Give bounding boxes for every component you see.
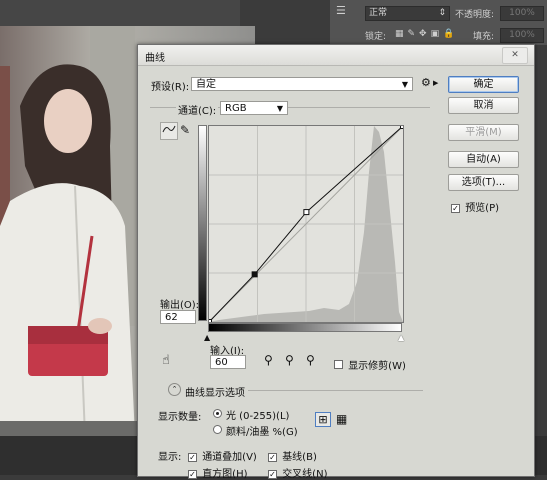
- curve-point: [251, 271, 258, 278]
- pencil-tool-icon[interactable]: ✎: [180, 123, 190, 137]
- chevron-down-icon: ▼: [401, 80, 408, 89]
- dialog-title: 曲线: [145, 53, 165, 64]
- curve-point: [206, 319, 212, 325]
- detailed-grid-icon[interactable]: ▦: [336, 412, 347, 426]
- preview-checkbox[interactable]: ✓ 预览(P): [451, 199, 499, 214]
- radio-pigment[interactable]: [213, 425, 222, 434]
- preset-options-arrow-icon[interactable]: ▶: [433, 79, 438, 87]
- curve-point: [400, 123, 406, 129]
- histogram-checkbox[interactable]: ✓ 直方图(H): [188, 465, 248, 480]
- channel-select[interactable]: RGB ▼: [220, 101, 288, 115]
- preview-label: 预览(P): [465, 203, 500, 214]
- lock-icons[interactable]: ▦✎✥▣🔒: [395, 29, 458, 39]
- white-point-slider[interactable]: ▲: [398, 333, 404, 342]
- checkbox-checked: ✓: [188, 453, 197, 462]
- options-button[interactable]: 选项(T)...: [448, 174, 519, 191]
- input-gradient-bar: [208, 323, 402, 332]
- output-label: 输出(O):: [160, 300, 200, 311]
- panel-options-icon[interactable]: ☰: [336, 4, 352, 18]
- chevron-down-icon: ▼: [276, 104, 283, 113]
- baseline-label: 基线(B): [282, 452, 317, 463]
- radio-light[interactable]: [213, 409, 222, 418]
- input-value: 60: [215, 357, 228, 368]
- output-value: 62: [165, 312, 178, 323]
- dialog-titlebar[interactable]: 曲线 ✕: [138, 45, 534, 66]
- channel-overlays-checkbox[interactable]: ✓ 通道叠加(V): [188, 448, 257, 463]
- radio-light-label: 光 (0-255)(L): [226, 411, 290, 422]
- gray-eyedropper-icon[interactable]: ⚲: [285, 353, 294, 367]
- black-point-slider[interactable]: ▲: [204, 333, 210, 342]
- fill-field[interactable]: 100%: [500, 28, 544, 43]
- show-amount-label: 显示数量:: [158, 412, 202, 423]
- opacity-label: 不透明度:: [455, 10, 495, 20]
- channel-label: 通道(C):: [176, 102, 219, 117]
- curve-svg: [206, 123, 406, 325]
- close-button[interactable]: ✕: [502, 47, 528, 64]
- fill-label: 填充:: [473, 32, 495, 42]
- checkbox-checked: ✓: [268, 453, 277, 462]
- smooth-button[interactable]: 平滑(M): [448, 124, 519, 141]
- opacity-field[interactable]: 100%: [500, 6, 544, 21]
- radio-pigment-label: 颜料/油墨 %(G): [226, 427, 298, 438]
- input-field[interactable]: 60: [210, 355, 246, 369]
- black-eyedropper-icon[interactable]: ⚲: [264, 353, 273, 367]
- output-field[interactable]: 62: [160, 310, 196, 324]
- show-label: 显示:: [158, 452, 182, 463]
- document-tab-bar: [0, 0, 240, 27]
- cancel-button[interactable]: 取消: [448, 97, 519, 114]
- show-clipping-checkbox[interactable]: 显示修剪(W): [334, 357, 406, 372]
- preset-value: 自定: [196, 79, 216, 90]
- blend-mode-select[interactable]: 正常 ⇕: [365, 6, 450, 21]
- show-clipping-label: 显示修剪(W): [348, 361, 406, 372]
- curves-dialog: 曲线 ✕ 预设(R): 自定 ▼ ⚙ ▶ 通道(C): RGB ▼ ✎ ▲ ▲ …: [137, 44, 535, 480]
- curve-graph[interactable]: [206, 123, 406, 325]
- blend-mode-value: 正常: [369, 8, 388, 18]
- curve-tool-icon: [162, 125, 176, 133]
- channel-overlays-label: 通道叠加(V): [202, 452, 257, 463]
- simple-grid-button[interactable]: ⊞: [315, 412, 331, 427]
- opacity-value: 100%: [509, 8, 535, 18]
- display-options-label: 曲线显示选项: [185, 388, 245, 399]
- hand-adjust-tool-icon[interactable]: ☝: [162, 353, 170, 368]
- intersection-checkbox[interactable]: ✓ 交叉线(N): [268, 465, 327, 480]
- display-options-separator: [248, 390, 423, 391]
- baseline-checkbox[interactable]: ✓ 基线(B): [268, 448, 317, 463]
- preset-options-gear-icon[interactable]: ⚙: [421, 76, 431, 89]
- white-eyedropper-icon[interactable]: ⚲: [306, 353, 315, 367]
- curve-point-tool[interactable]: [160, 122, 178, 140]
- ok-button[interactable]: 确定: [448, 76, 519, 93]
- output-gradient-bar: [198, 125, 207, 321]
- curve-point: [303, 209, 310, 216]
- checkbox-box: [334, 360, 343, 369]
- preset-select[interactable]: 自定 ▼: [191, 77, 413, 91]
- auto-button[interactable]: 自动(A): [448, 151, 519, 168]
- expand-display-options-icon[interactable]: ⌃: [168, 383, 181, 396]
- preset-label: 预设(R):: [151, 82, 190, 93]
- lock-label: 锁定:: [365, 32, 387, 42]
- fill-value: 100%: [509, 30, 535, 40]
- checkbox-checked: ✓: [451, 204, 460, 213]
- channel-value: RGB: [225, 103, 247, 114]
- simple-grid-icon: ⊞: [318, 413, 328, 426]
- layers-panel-header: ☰ 正常 ⇕ 不透明度: 100% 锁定: ▦✎✥▣🔒 填充: 100%: [330, 0, 547, 45]
